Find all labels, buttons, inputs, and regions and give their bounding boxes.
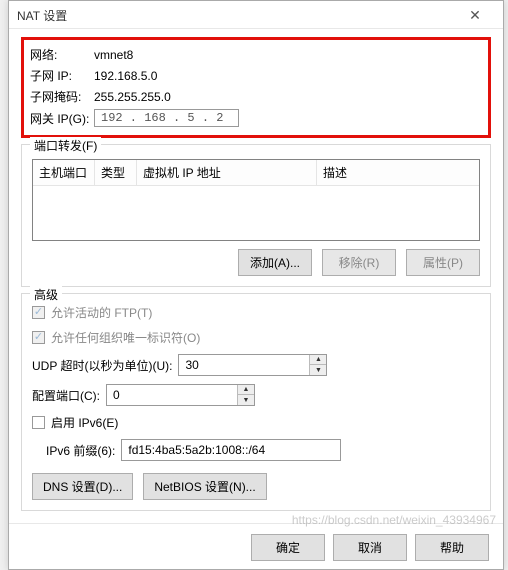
netbios-settings-button[interactable]: NetBIOS 设置(N)... <box>143 473 266 500</box>
dialog-content: 网络: vmnet8 子网 IP: 192.168.5.0 子网掩码: 255.… <box>9 29 503 523</box>
dialog-footer: 确定 取消 帮助 <box>9 523 503 569</box>
col-desc[interactable]: 描述 <box>317 160 479 185</box>
advanced-title: 高级 <box>30 286 62 303</box>
table-header: 主机端口 类型 虚拟机 IP 地址 描述 <box>33 160 479 186</box>
config-port-input[interactable] <box>107 385 237 405</box>
window-title: NAT 设置 <box>17 7 67 24</box>
port-forward-table[interactable]: 主机端口 类型 虚拟机 IP 地址 描述 <box>32 159 480 241</box>
port-spin-down-icon[interactable]: ▼ <box>238 395 254 405</box>
allow-oui-label: 允许任何组织唯一标识符(O) <box>51 329 200 346</box>
allow-oui-checkbox[interactable] <box>32 331 45 344</box>
allow-ftp-checkbox[interactable] <box>32 306 45 319</box>
properties-button[interactable]: 属性(P) <box>406 249 480 276</box>
port-spin-up-icon[interactable]: ▲ <box>238 385 254 395</box>
ipv6-prefix-input[interactable] <box>121 439 341 461</box>
port-forward-title: 端口转发(F) <box>30 137 101 154</box>
close-icon[interactable]: ✕ <box>455 7 495 24</box>
allow-ftp-label: 允许活动的 FTP(T) <box>51 304 152 321</box>
ipv6-prefix-label: IPv6 前缀(6): <box>46 442 115 459</box>
udp-spin-up-icon[interactable]: ▲ <box>310 355 326 365</box>
remove-button[interactable]: 移除(R) <box>322 249 396 276</box>
nat-settings-dialog: NAT 设置 ✕ 网络: vmnet8 子网 IP: 192.168.5.0 子… <box>8 0 504 570</box>
dns-settings-button[interactable]: DNS 设置(D)... <box>32 473 133 500</box>
network-value: vmnet8 <box>94 48 133 62</box>
config-port-label: 配置端口(C): <box>32 387 100 404</box>
col-vm-ip[interactable]: 虚拟机 IP 地址 <box>137 160 317 185</box>
port-forward-group: 端口转发(F) 主机端口 类型 虚拟机 IP 地址 描述 添加(A)... 移除… <box>21 144 491 287</box>
subnet-mask-value: 255.255.255.0 <box>94 90 171 104</box>
udp-timeout-spinner[interactable]: ▲ ▼ <box>178 354 327 376</box>
udp-timeout-input[interactable] <box>179 355 309 375</box>
enable-ipv6-checkbox[interactable] <box>32 416 45 429</box>
subnet-ip-label: 子网 IP: <box>30 67 94 84</box>
cancel-button[interactable]: 取消 <box>333 534 407 561</box>
subnet-ip-value: 192.168.5.0 <box>94 69 157 83</box>
col-type[interactable]: 类型 <box>95 160 137 185</box>
col-host-port[interactable]: 主机端口 <box>33 160 95 185</box>
network-info-highlight: 网络: vmnet8 子网 IP: 192.168.5.0 子网掩码: 255.… <box>21 37 491 138</box>
config-port-spinner[interactable]: ▲ ▼ <box>106 384 255 406</box>
subnet-mask-label: 子网掩码: <box>30 88 94 105</box>
table-body[interactable] <box>33 186 479 240</box>
network-label: 网络: <box>30 46 94 63</box>
ok-button[interactable]: 确定 <box>251 534 325 561</box>
enable-ipv6-label: 启用 IPv6(E) <box>51 414 118 431</box>
udp-timeout-label: UDP 超时(以秒为单位)(U): <box>32 357 172 374</box>
gateway-ip-input[interactable]: 192 . 168 . 5 . 2 <box>94 109 239 127</box>
advanced-group: 高级 允许活动的 FTP(T) 允许任何组织唯一标识符(O) UDP 超时(以秒… <box>21 293 491 511</box>
titlebar: NAT 设置 ✕ <box>9 1 503 29</box>
udp-spin-down-icon[interactable]: ▼ <box>310 365 326 375</box>
help-button[interactable]: 帮助 <box>415 534 489 561</box>
gateway-ip-label: 网关 IP(G): <box>30 110 94 127</box>
add-button[interactable]: 添加(A)... <box>238 249 312 276</box>
